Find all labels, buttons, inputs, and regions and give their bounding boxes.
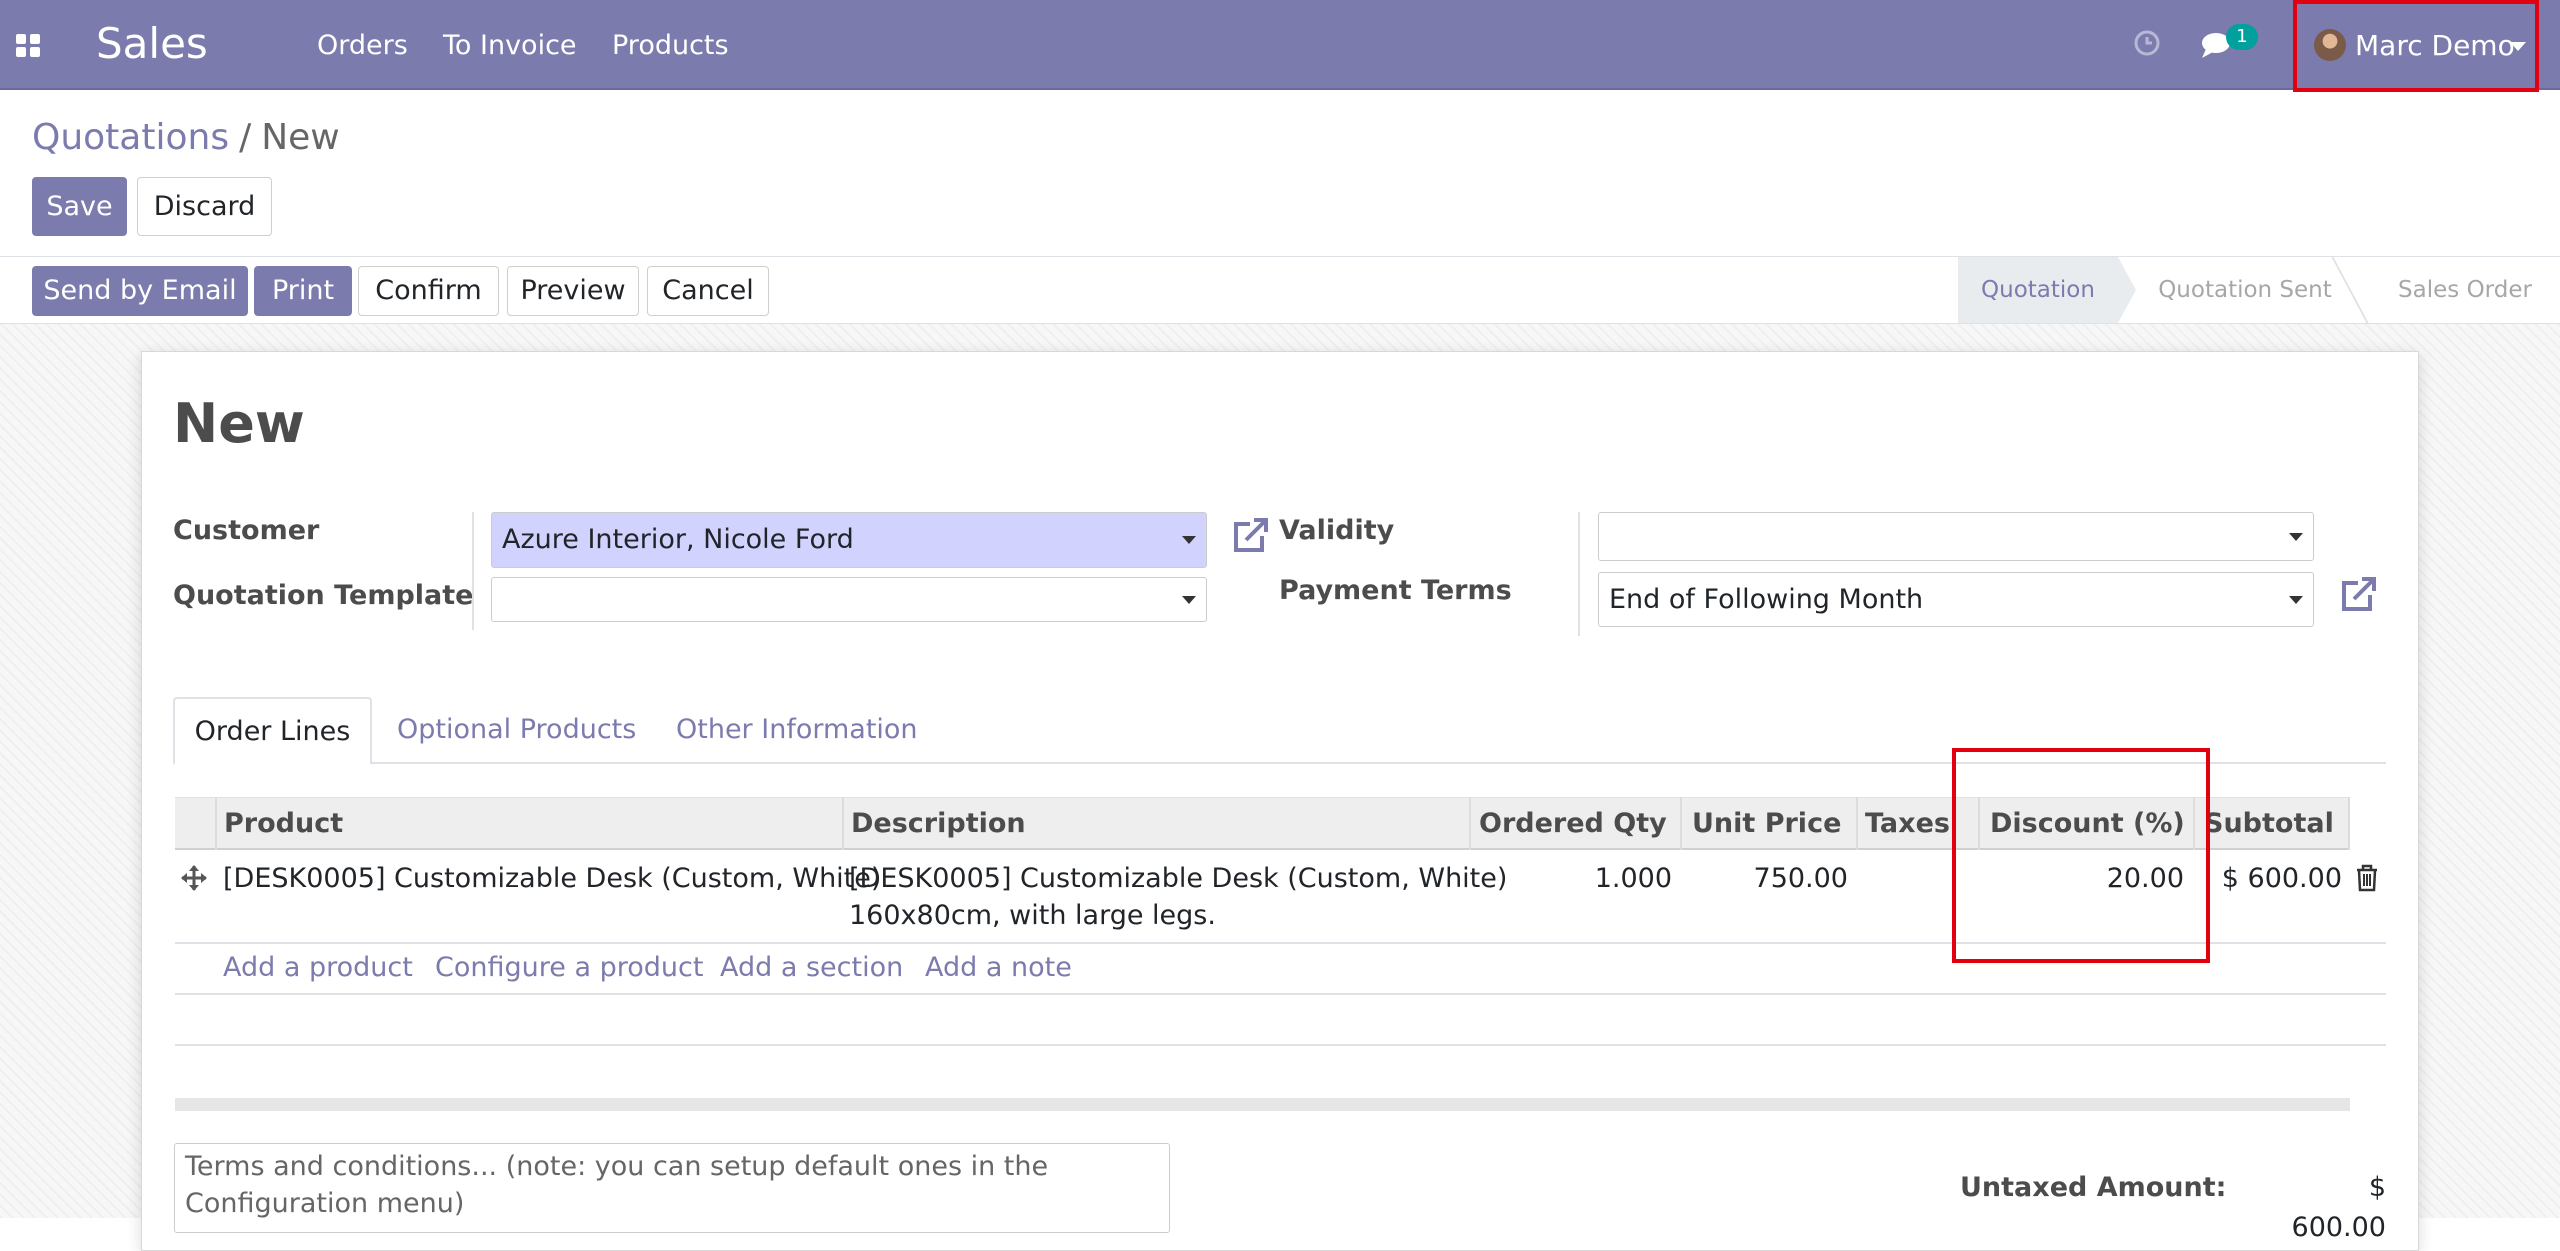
payment-terms-value: End of Following Month (1609, 584, 1924, 615)
column-header-subtotal[interactable]: Subtotal (2204, 797, 2334, 850)
save-button[interactable]: Save (32, 177, 127, 236)
stage-quotation-sent[interactable]: Quotation Sent (2140, 257, 2350, 323)
column-header-ordered-qty[interactable]: Ordered Qty (1479, 797, 1667, 850)
user-name[interactable]: Marc Demo (2355, 24, 2515, 68)
record-title: New (173, 392, 305, 455)
dropdown-caret-icon[interactable] (1182, 595, 1196, 604)
column-separator (1856, 797, 1858, 850)
trash-icon[interactable] (2355, 864, 2379, 892)
column-header-unit-price[interactable]: Unit Price (1692, 797, 1841, 850)
discard-button[interactable]: Discard (137, 177, 272, 236)
activity-clock-icon[interactable] (2132, 28, 2162, 58)
row-description-line1[interactable]: [DESK0005] Customizable Desk (Custom, Wh… (849, 860, 1507, 897)
terms-placeholder-line2: Configuration menu) (185, 1188, 465, 1219)
message-count-badge: 1 (2226, 24, 2258, 50)
avatar[interactable] (2314, 29, 2346, 61)
label-divider (472, 512, 474, 630)
row-divider (175, 1044, 2386, 1046)
quotation-template-field[interactable] (491, 577, 1207, 622)
tab-optional-products[interactable]: Optional Products (397, 697, 636, 763)
add-note-link[interactable]: Add a note (925, 948, 1072, 988)
column-separator (215, 797, 217, 850)
cancel-button[interactable]: Cancel (647, 266, 769, 316)
confirm-button[interactable]: Confirm (358, 266, 499, 316)
column-separator (1469, 797, 1471, 850)
row-description-line2[interactable]: 160x80cm, with large legs. (849, 897, 1216, 934)
external-link-icon[interactable] (1228, 516, 1272, 556)
tab-order-lines[interactable]: Order Lines (173, 697, 372, 765)
drag-handle-icon[interactable] (180, 864, 208, 892)
breadcrumb-separator: / (239, 117, 252, 158)
terms-placeholder-line1: Terms and conditions... (note: you can s… (185, 1151, 1049, 1182)
row-ordered-qty[interactable]: 1.000 (1500, 860, 1672, 897)
customer-label: Customer (173, 515, 320, 546)
dropdown-caret-icon[interactable] (2289, 532, 2303, 541)
column-header-description[interactable]: Description (851, 797, 1026, 850)
breadcrumb-quotations-link[interactable]: Quotations (32, 117, 229, 158)
menu-to-invoice[interactable]: To Invoice (443, 26, 577, 66)
stage-quotation[interactable]: Quotation (1958, 257, 2118, 323)
payment-terms-field[interactable]: End of Following Month (1598, 572, 2314, 627)
row-divider (175, 993, 2386, 995)
dropdown-caret-icon[interactable] (1182, 536, 1196, 544)
configure-product-link[interactable]: Configure a product (435, 948, 703, 988)
column-separator (842, 797, 844, 850)
tab-other-information[interactable]: Other Information (676, 697, 918, 763)
add-section-link[interactable]: Add a section (720, 948, 903, 988)
app-title[interactable]: Sales (96, 16, 208, 72)
dropdown-caret-icon[interactable] (2289, 595, 2303, 604)
column-separator (1680, 797, 1682, 850)
breadcrumb-current: New (261, 117, 340, 158)
validity-field[interactable] (1598, 512, 2314, 561)
discount-column-highlight (1952, 748, 2210, 963)
terms-and-conditions-field[interactable]: Terms and conditions... (note: you can s… (174, 1143, 1170, 1233)
menu-products[interactable]: Products (612, 26, 729, 66)
print-button[interactable]: Print (254, 266, 352, 316)
external-link-icon[interactable] (2336, 575, 2380, 615)
row-unit-price[interactable]: 750.00 (1700, 860, 1848, 897)
column-header-taxes[interactable]: Taxes (1865, 797, 1950, 850)
customer-value: Azure Interior, Nicole Ford (502, 524, 854, 555)
validity-label: Validity (1279, 515, 1395, 546)
menu-orders[interactable]: Orders (317, 26, 408, 66)
untaxed-amount-label: Untaxed Amount: (1960, 1172, 2227, 1203)
stage-sales-order[interactable]: Sales Order (2370, 257, 2560, 323)
untaxed-amount-value: $ 600.00 (2291, 1172, 2386, 1243)
horizontal-scrollbar[interactable] (175, 1098, 2350, 1111)
preview-button[interactable]: Preview (507, 266, 639, 316)
column-separator (2348, 797, 2350, 850)
payment-terms-label: Payment Terms (1279, 575, 1512, 606)
stage-arrow (2118, 257, 2136, 323)
customer-field[interactable]: Azure Interior, Nicole Ford (491, 512, 1207, 568)
caret-down-icon[interactable] (2510, 42, 2526, 51)
breadcrumb: Quotations / New (32, 112, 340, 164)
add-product-link[interactable]: Add a product (223, 948, 413, 988)
label-divider (1578, 512, 1580, 636)
row-product[interactable]: [DESK0005] Customizable Desk (Custom, Wh… (223, 860, 881, 897)
send-by-email-button[interactable]: Send by Email (32, 266, 248, 316)
quotation-template-label: Quotation Template (173, 580, 474, 611)
column-header-product[interactable]: Product (224, 797, 343, 850)
apps-grid-icon[interactable] (14, 30, 48, 60)
row-subtotal: $ 600.00 (2221, 863, 2342, 894)
